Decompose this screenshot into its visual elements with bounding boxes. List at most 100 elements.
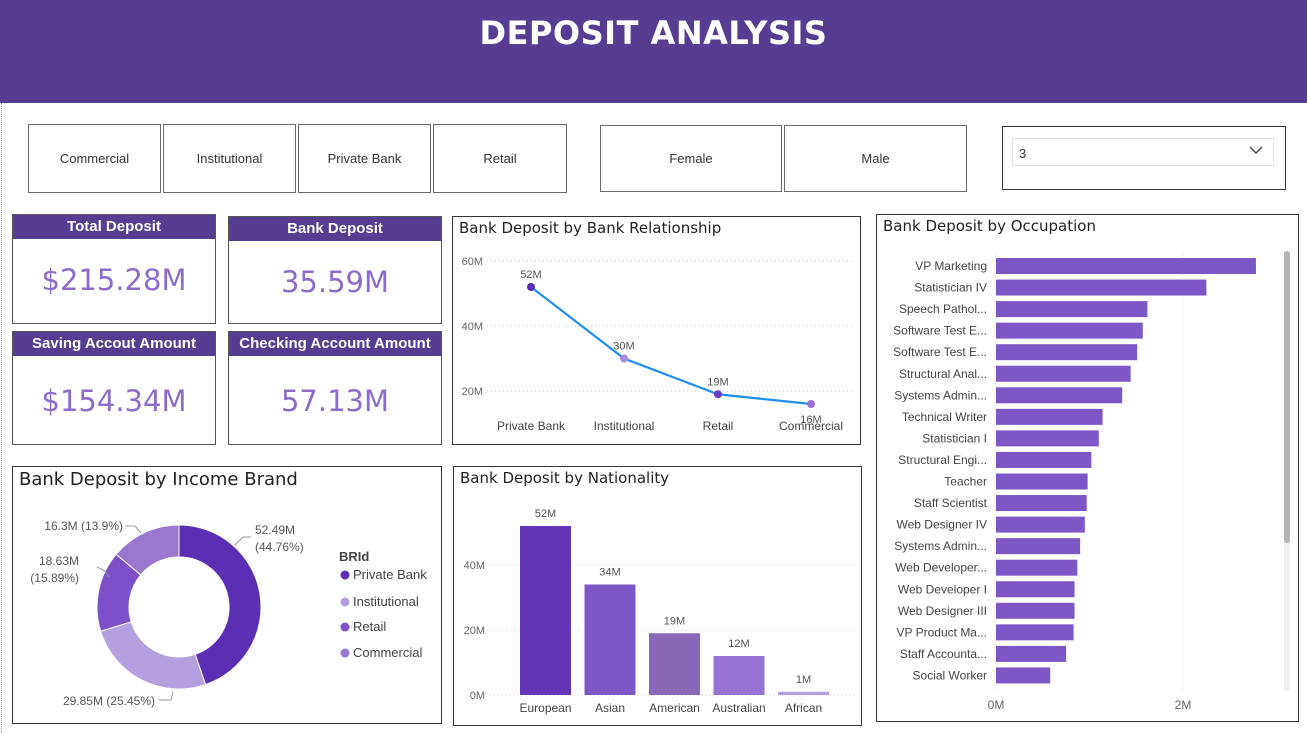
slicer-commercial[interactable]: Commercial (28, 124, 161, 193)
y-tick-label: Web Designer III (898, 604, 987, 618)
y-tick-label: Software Test E... (893, 324, 987, 338)
x-tick-label: Retail (703, 419, 734, 433)
bar (996, 301, 1148, 318)
bar (996, 322, 1143, 339)
bar (996, 538, 1081, 555)
bar (996, 344, 1138, 361)
data-label: (44.76%) (255, 540, 304, 554)
y-tick-label: 40M (464, 560, 485, 572)
slicer-retail[interactable]: Retail (433, 124, 567, 193)
bar (996, 559, 1078, 576)
series-line (530, 286, 812, 406)
panel-bank-relationship: Bank Deposit by Bank Relationship 20M 40M… (452, 216, 861, 445)
data-point (714, 390, 722, 399)
y-tick-label: Systems Admin... (894, 539, 987, 553)
card-value: $215.28M (41, 263, 187, 297)
y-tick-label: Web Designer IV (897, 518, 988, 532)
legend-marker (340, 622, 350, 632)
bar (996, 645, 1067, 662)
legend-label: Retail (353, 619, 386, 634)
data-label: 19M (664, 615, 685, 627)
data-label: 19M (707, 376, 728, 388)
card-bank-deposit: Bank Deposit 35.59M (228, 216, 442, 324)
y-tick-label: Structural Engi... (898, 453, 987, 467)
occupation-scrollbar[interactable] (1284, 251, 1290, 691)
bar (520, 526, 571, 695)
data-label: 34M (599, 567, 620, 579)
data-label: 16.3M (13.9%) (44, 519, 123, 533)
slicer-private-bank[interactable]: Private Bank (298, 124, 431, 193)
bar (996, 495, 1087, 512)
x-tick-label: African (785, 701, 822, 715)
bar (649, 633, 700, 695)
slicer-institutional[interactable]: Institutional (163, 124, 296, 193)
y-tick-label: VP Marketing (915, 259, 987, 273)
bar (996, 408, 1103, 425)
x-tick-label: 0M (988, 698, 1005, 712)
bar (996, 581, 1075, 598)
data-point (620, 354, 628, 363)
bar (996, 667, 1051, 684)
data-point (527, 283, 535, 291)
y-tick-label: 40M (462, 321, 483, 333)
bar (996, 602, 1075, 619)
card-value: 57.13M (280, 384, 390, 418)
legend-label: Commercial (353, 645, 422, 660)
card-label: Bank Deposit (229, 217, 441, 241)
bar (778, 691, 829, 695)
y-tick-label: Speech Pathol... (899, 302, 987, 316)
dropdown-select[interactable]: 3 (1012, 138, 1274, 166)
y-tick-label: Teacher (944, 475, 987, 489)
legend-marker (340, 648, 350, 658)
y-tick-label: Social Worker (913, 668, 987, 682)
legend-label: Private Bank (353, 567, 427, 582)
y-tick-label: Statistician I (922, 431, 987, 445)
y-tick-label: 0M (470, 690, 485, 702)
card-total-deposit: Total Deposit $215.28M (12, 214, 216, 324)
bar (996, 279, 1207, 296)
legend-marker (340, 570, 350, 580)
y-tick-label: Technical Writer (902, 410, 987, 424)
card-value: 35.59M (280, 265, 390, 299)
y-tick-label: Web Developer... (895, 561, 987, 575)
bar (996, 451, 1092, 468)
bar (996, 387, 1123, 404)
canvas-edge (1, 103, 2, 733)
scrollbar-thumb[interactable] (1284, 251, 1290, 543)
x-tick-label: European (519, 701, 571, 715)
legend-label: Institutional (353, 594, 419, 609)
y-tick-label: Structural Anal... (899, 367, 987, 381)
data-label: (15.89%) (30, 571, 79, 585)
slicer-male[interactable]: Male (784, 125, 967, 192)
x-tick-label: 2M (1175, 698, 1192, 712)
y-tick-label: Software Test E... (893, 345, 987, 359)
legend-marker (340, 597, 350, 607)
card-label: Saving Accout Amount (13, 332, 215, 356)
card-value: $154.34M (41, 384, 187, 418)
card-label: Total Deposit (13, 215, 215, 239)
data-label: 52M (535, 508, 556, 520)
bar (996, 516, 1085, 533)
bar (996, 624, 1074, 641)
column-chart: 0M 20M 40M 52M European 34M Asian 19M American 12… (464, 508, 856, 715)
leader-line (234, 536, 251, 546)
donut-chart: 52.49M (44.76%) 29.85M (25.45%) 18.63M (15.8… (30, 519, 427, 708)
panel-income-brand: Bank Deposit by Income Brand 52.49M (44.7… (12, 466, 442, 724)
bar (584, 584, 636, 695)
bar (996, 365, 1131, 382)
card-saving-account: Saving Accout Amount $154.34M (12, 331, 216, 445)
x-tick-label: Private Bank (497, 419, 566, 433)
donut-slice (100, 621, 207, 690)
line-chart: 20M 40M 60M 52M Private Bank 30M Institutional… (462, 256, 855, 433)
y-tick-label: 60M (462, 256, 483, 268)
slicer-female[interactable]: Female (600, 125, 782, 192)
data-point (807, 400, 815, 408)
leader-line (125, 525, 142, 534)
x-tick-label: American (649, 701, 700, 715)
y-tick-label: VP Product Ma... (897, 625, 988, 639)
legend-title: BRId (339, 549, 369, 564)
card-checking-account: Checking Account Amount 57.13M (228, 331, 442, 445)
x-tick-label: Institutional (594, 419, 655, 433)
panel-occupation: Bank Deposit by Occupation 0M 2M VP Market… (876, 214, 1299, 722)
data-label: 52M (520, 269, 541, 281)
